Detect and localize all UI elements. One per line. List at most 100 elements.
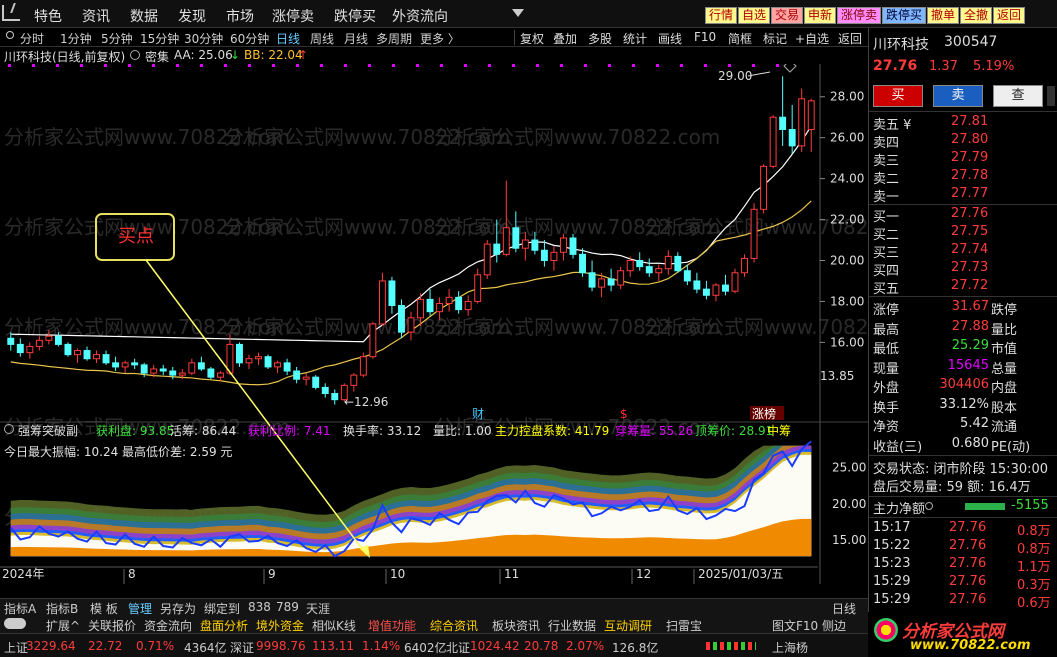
candle xyxy=(741,254,748,277)
tick-time: 15:17 xyxy=(873,520,911,535)
menu-item-market[interactable]: 市场 xyxy=(226,6,254,26)
feature-tab[interactable]: 境外资金 xyxy=(256,617,304,634)
toggle-switch[interactable] xyxy=(4,618,26,629)
feature-tab[interactable]: 关联报价 xyxy=(88,617,136,634)
indicator-tick-label: 15.00 xyxy=(832,533,866,547)
period-tab-1min[interactable]: 1分钟 xyxy=(60,30,92,47)
clock-icon xyxy=(6,31,14,39)
feature-tab[interactable]: 相似K线 xyxy=(312,617,356,634)
menu-item-discover[interactable]: 发现 xyxy=(178,6,206,26)
limit-board-mark[interactable]: 涨榜 xyxy=(752,406,776,421)
index-ticker-field[interactable]: 上证 xyxy=(4,639,28,656)
signal-dot xyxy=(8,64,11,67)
statistics-button[interactable]: 统计 xyxy=(623,30,647,47)
feature-tab[interactable]: 板块资讯 xyxy=(492,617,540,634)
candle xyxy=(617,266,625,290)
app-logo-icon[interactable] xyxy=(2,5,20,21)
stat-label: 净资 xyxy=(873,420,900,435)
simple-frame-button[interactable]: 简框 xyxy=(728,30,752,47)
indicator-tab[interactable]: 789 xyxy=(276,600,299,614)
f10-tab[interactable]: 图文F10 xyxy=(772,617,818,634)
candle xyxy=(74,348,81,363)
flower-logo-icon xyxy=(874,618,898,642)
watchlist-button[interactable]: 自选 xyxy=(738,7,771,24)
indicator-tab[interactable]: 838 xyxy=(248,600,271,614)
tick-row: 15:22 27.76 0.8万 xyxy=(869,538,1057,557)
feature-tab[interactable]: 盘面分析 xyxy=(200,617,248,634)
candle xyxy=(312,375,320,390)
quote-button[interactable]: 行情 xyxy=(705,7,738,24)
feature-tab[interactable]: 互动调研 xyxy=(604,617,652,634)
period-tab-daily[interactable]: 日线 xyxy=(276,30,300,47)
amplitude-text: 今日最大振幅: 10.24 最高低价差: 2.59 元 xyxy=(4,445,233,459)
period-tab-more[interactable]: 更多 〉 xyxy=(420,30,460,47)
feature-tab[interactable]: 增值功能 xyxy=(368,617,416,634)
menu-item-foreign-flow[interactable]: 外资流向 xyxy=(392,6,448,26)
multi-stock-button[interactable]: 多股 xyxy=(588,30,612,47)
period-tab-30min[interactable]: 30分钟 xyxy=(184,30,223,47)
sell-button[interactable]: 卖 xyxy=(933,85,983,107)
limit-down-buy-button[interactable]: 跌停买 xyxy=(882,7,927,24)
feature-tab[interactable]: 扫雷宝 xyxy=(666,617,702,634)
chevron-down-icon[interactable] xyxy=(512,9,524,17)
index-ticker-field[interactable]: 深证 xyxy=(230,639,254,656)
menu-item-news[interactable]: 资讯 xyxy=(82,6,110,26)
period-toolbar: 分时 1分钟 5分钟 15分钟 30分钟 60分钟 日线 周线 月线 多周期 更… xyxy=(0,28,868,47)
period-tab-15min[interactable]: 15分钟 xyxy=(140,30,179,47)
ipo-button[interactable]: 申新 xyxy=(804,7,837,24)
back-button[interactable]: 返回 xyxy=(993,7,1026,24)
period-tab-60min[interactable]: 60分钟 xyxy=(230,30,269,47)
stat-label: 收益(三) xyxy=(873,439,923,455)
mark-button[interactable]: 标记 xyxy=(763,30,787,47)
indicator-tick-label: 25.00 xyxy=(832,460,866,474)
return-button[interactable]: 返回 xyxy=(838,30,862,47)
query-button[interactable]: 查 xyxy=(993,85,1043,107)
add-watchlist-button[interactable]: +自选 xyxy=(795,30,829,47)
stock-name: 川环科技 xyxy=(873,37,929,53)
signal-dot xyxy=(152,64,155,67)
period-tab-intraday[interactable]: 分时 xyxy=(20,30,44,47)
scrollbar[interactable] xyxy=(1047,86,1055,106)
period-tab-multi[interactable]: 多周期 xyxy=(376,30,412,47)
adjust-button[interactable]: 复权 xyxy=(520,30,544,47)
indicator-settings-icon[interactable] xyxy=(4,424,14,434)
overlay-button[interactable]: 叠加 xyxy=(553,30,577,47)
stat-label-right: PE(动) xyxy=(991,439,1031,455)
limit-up-sell-button[interactable]: 涨停卖 xyxy=(837,7,882,24)
candle xyxy=(350,373,358,392)
side-tab[interactable]: 侧边 xyxy=(822,617,846,634)
period-tab-weekly[interactable]: 周线 xyxy=(310,30,334,47)
finance-mark[interactable]: 财 xyxy=(472,407,484,421)
cancel-all-button[interactable]: 全撤 xyxy=(960,7,993,24)
trade-button[interactable]: 交易 xyxy=(771,7,804,24)
indicator-settings-icon[interactable] xyxy=(130,50,140,60)
indicator-tabs: 指标A 指标B 模 板管理 另存为 绑定到 838 789 天涯 日线 xyxy=(0,598,868,616)
f10-button[interactable]: F10 xyxy=(694,30,716,44)
menu-item-limit-down-buy[interactable]: 跌停买 xyxy=(334,6,376,26)
feature-tab[interactable]: 扩展^ xyxy=(46,617,80,634)
candle xyxy=(483,240,491,279)
index-ticker-field: 6402亿 xyxy=(404,641,447,655)
menu-item-data[interactable]: 数据 xyxy=(130,6,158,26)
candle xyxy=(426,289,434,316)
kline-chart[interactable]: 分析家公式网www.70822.com分析家公式网www.70822.com分析… xyxy=(0,64,868,584)
period-tab-5min[interactable]: 5分钟 xyxy=(101,30,133,47)
candle xyxy=(550,246,558,271)
feature-tab[interactable]: 行业数据 xyxy=(548,617,596,634)
dividend-mark[interactable]: $ xyxy=(620,407,628,421)
index-ticker-field[interactable]: 北证 xyxy=(446,639,470,656)
menu-item-limit-up-sell[interactable]: 涨停卖 xyxy=(272,6,314,26)
stat-value: 33.12% xyxy=(939,396,989,412)
diamond-icon[interactable] xyxy=(783,64,797,73)
stock-code: 300547 xyxy=(944,34,998,50)
signal-dot xyxy=(488,64,491,67)
menu-item-special[interactable]: 特色 xyxy=(34,6,62,26)
candle xyxy=(664,250,672,275)
feature-tab[interactable]: 资金流向 xyxy=(144,617,192,634)
feature-tab[interactable]: 综合资讯 xyxy=(430,617,478,634)
cancel-order-button[interactable]: 撤单 xyxy=(927,7,960,24)
signal-dot xyxy=(128,64,131,67)
draw-line-button[interactable]: 画线 xyxy=(658,30,682,47)
buy-button[interactable]: 买 xyxy=(873,85,923,107)
period-tab-monthly[interactable]: 月线 xyxy=(344,30,368,47)
